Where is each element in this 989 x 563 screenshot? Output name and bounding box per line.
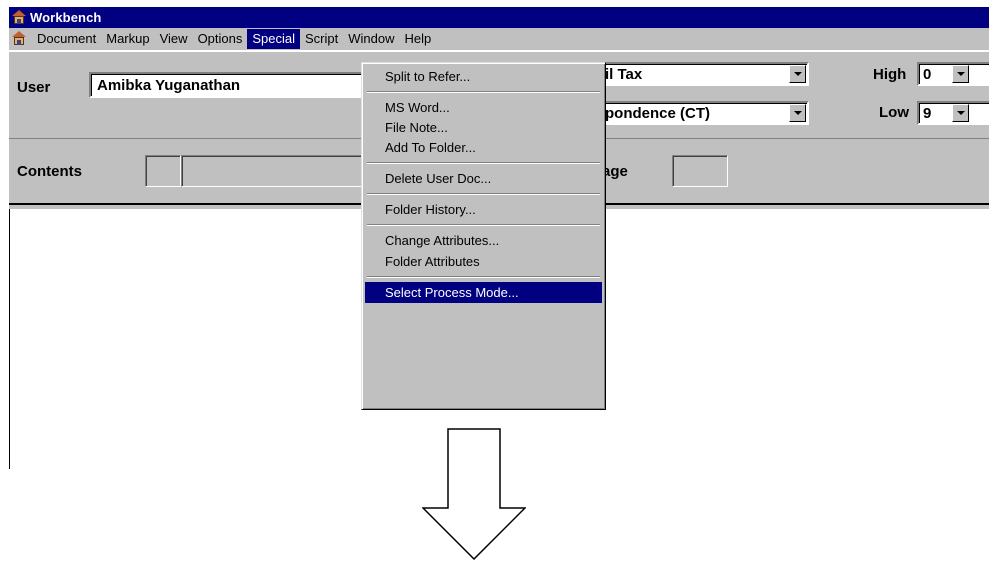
low-combo[interactable]: 9 xyxy=(917,101,989,125)
low-combo-value: 9 xyxy=(923,105,932,122)
menu-bar: Document Markup View Options Special Scr… xyxy=(9,28,989,50)
category-combo-value: il Tax xyxy=(605,66,643,83)
special-menu-dropdown: Split to Refer... MS Word... File Note..… xyxy=(361,62,606,410)
menu-separator xyxy=(367,91,600,93)
high-label: High xyxy=(873,66,907,83)
title-bar[interactable]: Workbench xyxy=(9,7,989,28)
menu-item-folder-attributes[interactable]: Folder Attributes xyxy=(365,251,602,272)
menu-script[interactable]: Script xyxy=(300,29,343,49)
menu-document[interactable]: Document xyxy=(32,29,101,49)
menu-item-change-attributes[interactable]: Change Attributes... xyxy=(365,230,602,251)
category-combo[interactable]: il Tax xyxy=(599,62,809,86)
menu-separator xyxy=(367,276,600,278)
contents-field[interactable] xyxy=(181,155,371,187)
menu-item-folder-history[interactable]: Folder History... xyxy=(365,199,602,220)
menu-item-add-to-folder[interactable]: Add To Folder... xyxy=(365,138,602,158)
dropdown-arrow-icon[interactable] xyxy=(789,104,806,122)
low-label: Low xyxy=(879,104,909,121)
menu-window[interactable]: Window xyxy=(343,29,399,49)
workbench-app-icon[interactable] xyxy=(11,9,27,26)
dropdown-arrow-icon[interactable] xyxy=(789,65,806,83)
menu-special[interactable]: Special xyxy=(247,29,301,49)
down-arrow-icon xyxy=(422,428,526,560)
menu-item-delete-user-doc[interactable]: Delete User Doc... xyxy=(365,168,602,189)
contents-box[interactable] xyxy=(145,155,181,187)
dropdown-arrow-icon[interactable] xyxy=(952,104,969,122)
dropdown-arrow-icon[interactable] xyxy=(952,65,969,83)
menu-help[interactable]: Help xyxy=(400,29,437,49)
menu-item-split-to-refer[interactable]: Split to Refer... xyxy=(365,66,602,87)
doc-type-combo[interactable]: pondence (CT) xyxy=(599,101,809,125)
document-control-icon[interactable] xyxy=(11,31,27,47)
menu-item-ms-word[interactable]: MS Word... xyxy=(365,97,602,118)
menu-separator xyxy=(367,224,600,226)
doc-type-combo-value: pondence (CT) xyxy=(605,105,710,122)
user-label: User xyxy=(17,79,51,96)
high-combo[interactable]: 0 xyxy=(917,62,989,86)
menu-markup[interactable]: Markup xyxy=(101,29,154,49)
menu-options[interactable]: Options xyxy=(193,29,248,49)
user-field[interactable]: Amibka Yuganathan xyxy=(89,72,379,98)
menu-item-file-note[interactable]: File Note... xyxy=(365,118,602,138)
menu-item-select-process-mode[interactable]: Select Process Mode... xyxy=(365,282,602,303)
menu-view[interactable]: View xyxy=(155,29,193,49)
workbench-window: Workbench Document Markup View Options S… xyxy=(9,7,989,469)
window-title: Workbench xyxy=(30,10,102,25)
menu-separator xyxy=(367,162,600,164)
high-combo-value: 0 xyxy=(923,66,932,83)
page-box[interactable] xyxy=(672,155,728,187)
contents-label: Contents xyxy=(17,163,82,180)
menu-separator xyxy=(367,193,600,195)
